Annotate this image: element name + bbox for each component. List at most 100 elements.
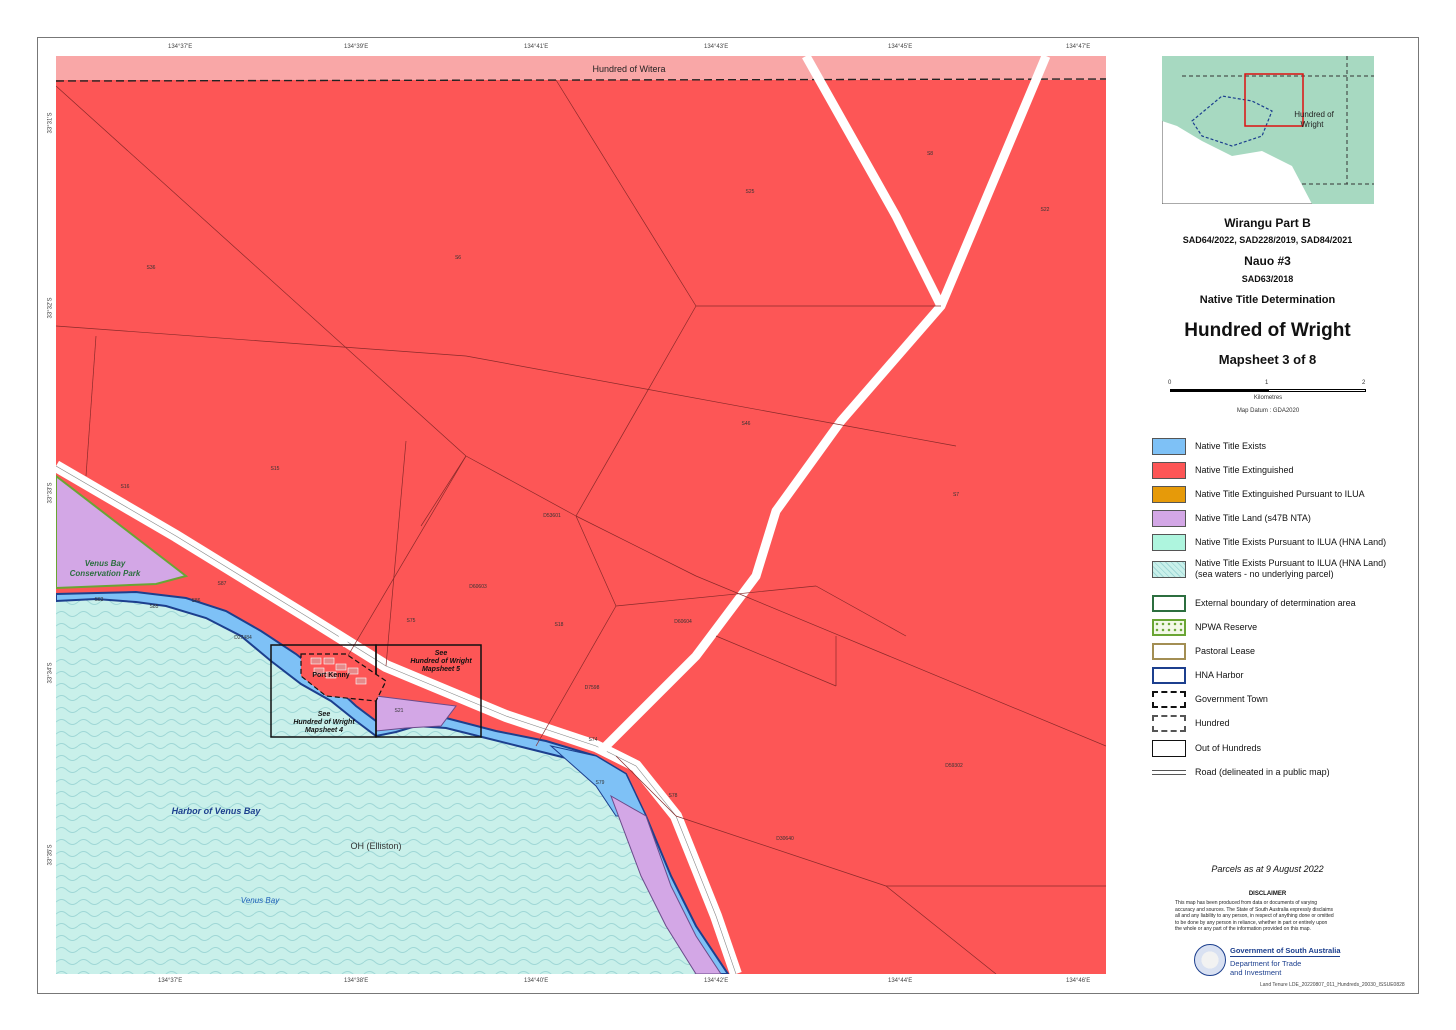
parcel-label: S22 bbox=[1041, 207, 1050, 213]
gov-name: Government of South Australia bbox=[1230, 946, 1341, 955]
fill-purple-icon bbox=[1152, 509, 1186, 527]
grey-dash-icon bbox=[1152, 714, 1186, 732]
tick-bottom-5: 134°44'E bbox=[888, 978, 913, 984]
legend-label: NPWA Reserve bbox=[1195, 621, 1258, 632]
parcel-label: S18 bbox=[555, 622, 564, 628]
double-line-icon bbox=[1152, 769, 1186, 775]
navy-outline-icon bbox=[1152, 666, 1186, 684]
tick-top-1: 134°37'E bbox=[168, 44, 193, 50]
fill-mint-icon bbox=[1152, 533, 1186, 551]
parcel-label: S78 bbox=[669, 793, 678, 799]
locator-inset-map: Hundred of Wright bbox=[1162, 56, 1374, 204]
parcel-label: S6 bbox=[455, 255, 461, 261]
fill-red-icon bbox=[1152, 461, 1186, 479]
black-dash-icon bbox=[1152, 690, 1186, 708]
legend-item: HNA Harbor bbox=[1152, 666, 1244, 684]
parcel-label: S83 bbox=[95, 597, 104, 603]
see5-line1: See bbox=[435, 650, 448, 657]
legend-label: Hundred bbox=[1195, 717, 1230, 728]
legend-label: Native Title Extinguished bbox=[1195, 464, 1294, 475]
legend-item: Native Title Exists bbox=[1152, 437, 1266, 455]
legend-label: Native Title Extinguished Pursuant to IL… bbox=[1195, 488, 1365, 499]
tick-top-2: 134°39'E bbox=[344, 44, 369, 50]
parcel-label: S46 bbox=[742, 421, 751, 427]
legend-label: Pastoral Lease bbox=[1195, 645, 1256, 656]
tick-bottom-6: 134°46'E bbox=[1066, 978, 1091, 984]
witera-label: Hundred of Witera bbox=[592, 64, 665, 74]
witera-strip bbox=[56, 56, 1106, 80]
see4-line1: See bbox=[318, 711, 331, 718]
tick-top-6: 134°47'E bbox=[1066, 44, 1091, 50]
park-label-1: Venus Bay bbox=[85, 559, 126, 568]
map-datum: Map Datum : GDA2020 bbox=[1236, 408, 1300, 414]
see5-line2: Hundred of Wright bbox=[410, 658, 472, 665]
title-case-numbers: SAD64/2022, SAD228/2019, SAD84/2021 bbox=[1182, 235, 1353, 245]
legend-label: Road (delineated in a public map) bbox=[1195, 766, 1330, 777]
parcel-label: D60603 bbox=[469, 584, 487, 590]
tick-top-3: 134°41'E bbox=[524, 44, 549, 50]
legend-item: Out of Hundreds bbox=[1152, 739, 1261, 757]
parcel-label: S79 bbox=[596, 780, 605, 786]
legend-label: Native Title Exists Pursuant to ILUA (HN… bbox=[1195, 536, 1387, 547]
scale-unit: Kilometres bbox=[1253, 395, 1283, 401]
disclaimer-text: This map has been produced from data or … bbox=[1175, 900, 1360, 933]
tick-top-5: 134°45'E bbox=[888, 44, 913, 50]
legend-item: Native Title Exists Pursuant to ILUA (HN… bbox=[1152, 533, 1386, 551]
tick-left-3: 33°33'S bbox=[47, 482, 54, 504]
brown-outline-icon bbox=[1152, 642, 1186, 660]
title-determination: Native Title Determination bbox=[1199, 294, 1336, 306]
parcel-label: S85 bbox=[150, 604, 159, 610]
legend-label: Native Title Exists bbox=[1195, 440, 1267, 451]
tick-bottom-2: 134°38'E bbox=[344, 978, 369, 984]
tenure-map[interactable]: Hundred of Witera Harbor of Venus Bay OH… bbox=[56, 56, 1106, 974]
parcel-label: D59302 bbox=[945, 763, 963, 769]
legend-item: Native Title Land (s47B NTA) bbox=[1152, 509, 1311, 527]
scale-1: 1 bbox=[1265, 380, 1269, 386]
tick-bottom-4: 134°42'E bbox=[704, 978, 729, 984]
title-nauo-case: SAD63/2018 bbox=[1241, 274, 1294, 284]
legend-item: Native Title Extinguished Pursuant to IL… bbox=[1152, 485, 1365, 503]
inset-label-1: Hundred of bbox=[1294, 110, 1334, 119]
parcel-label: D53601 bbox=[543, 513, 561, 519]
parcel-label: S86 bbox=[192, 598, 201, 604]
parcel-label: D60604 bbox=[674, 619, 692, 625]
dept-line-2: and Investment bbox=[1230, 968, 1282, 977]
tick-left-4: 33°34'S bbox=[47, 662, 54, 684]
inset-label-2: Wright bbox=[1301, 120, 1325, 129]
legend-item: Native Title Exists Pursuant to ILUA (HN… bbox=[1152, 558, 1386, 580]
bay-label: Venus Bay bbox=[241, 896, 280, 905]
legend-item: External boundary of determination area bbox=[1152, 594, 1356, 612]
gov-divider bbox=[1230, 956, 1340, 957]
green-outline-icon bbox=[1152, 594, 1186, 612]
oh-label: OH (Elliston) bbox=[350, 841, 401, 851]
legend-item: Native Title Extinguished bbox=[1152, 461, 1294, 479]
park-label-2: Conservation Park bbox=[70, 569, 141, 578]
legend-label: External boundary of determination area bbox=[1195, 597, 1356, 608]
tick-left-5: 33°35'S bbox=[47, 844, 54, 866]
parcel-label: S25 bbox=[746, 189, 755, 195]
mapsheet-label: Mapsheet 3 of 8 bbox=[1218, 352, 1317, 367]
fill-orange-icon bbox=[1152, 485, 1186, 503]
legend-label-line2: (sea waters - no underlying parcel) bbox=[1195, 569, 1334, 579]
legend-item: Road (delineated in a public map) bbox=[1152, 763, 1330, 781]
parcel-label: D30640 bbox=[776, 836, 794, 842]
legend-item: NPWA Reserve bbox=[1152, 618, 1257, 636]
footer-ref: Land Tenure LDE_20220807_011_Hundreds_20… bbox=[1260, 982, 1405, 988]
see4-line3: Mapsheet 4 bbox=[305, 727, 343, 734]
dept-line-1: Department for Trade bbox=[1230, 959, 1302, 968]
legend-label-line1: Native Title Exists Pursuant to ILUA (HN… bbox=[1195, 558, 1387, 568]
disclaimer-line: all and any liability to any person, in … bbox=[1175, 913, 1334, 919]
legend-label: Native Title Exists Pursuant to ILUA (HN… bbox=[1195, 558, 1386, 580]
sidebar: Hundred of Wright Wirangu Part B SAD64/2… bbox=[1120, 56, 1410, 991]
parcel-label: S74 bbox=[589, 737, 598, 743]
government-logo bbox=[1194, 944, 1226, 976]
harbor-label: Harbor of Venus Bay bbox=[172, 806, 262, 816]
scale-bar: 0 1 2 Kilometres Map Datum : GDA2020 bbox=[1168, 380, 1366, 418]
disclaimer-line: the whole or any part of the information… bbox=[1175, 926, 1311, 932]
fill-waves-icon bbox=[1152, 560, 1186, 578]
see4-line2: Hundred of Wright bbox=[293, 719, 355, 726]
legend-label: Native Title Land (s47B NTA) bbox=[1195, 512, 1311, 523]
tick-left-2: 33°32'S bbox=[47, 297, 54, 319]
scale-2: 2 bbox=[1362, 380, 1366, 386]
parcel-label: S15 bbox=[271, 466, 280, 472]
